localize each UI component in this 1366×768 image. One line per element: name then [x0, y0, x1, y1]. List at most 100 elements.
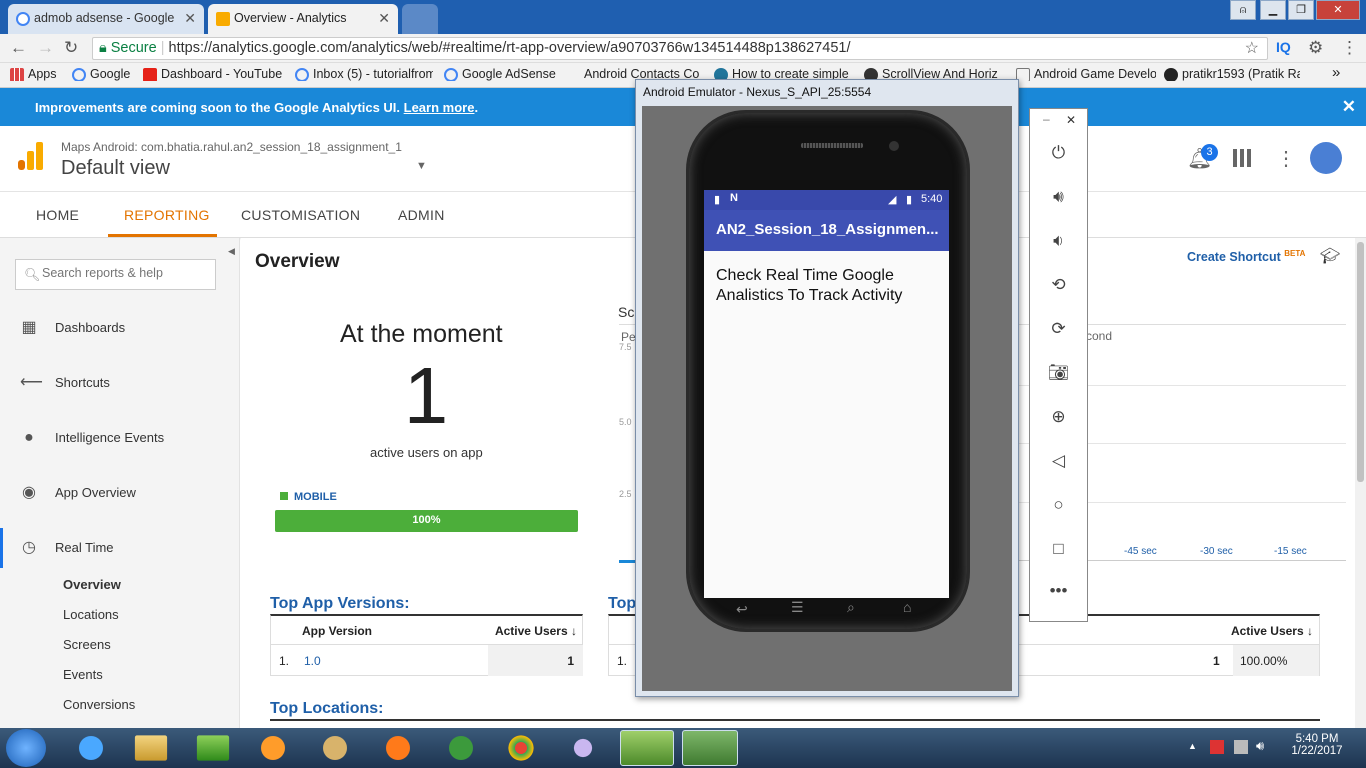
status-bar: ▮ N ◢ ▮ 5:40 [704, 190, 949, 210]
bookmark-apps[interactable]: Apps [10, 67, 70, 81]
col-header-version[interactable]: App Version [302, 624, 372, 638]
rotate-left-icon[interactable]: ⟲ [1030, 275, 1087, 295]
firefox-icon[interactable] [375, 730, 421, 766]
scrollbar[interactable] [1355, 238, 1366, 728]
close-tab-icon[interactable]: ✕ [184, 10, 196, 27]
bookmark-youtube[interactable]: Dashboard - YouTube [143, 67, 288, 81]
more-vert-icon[interactable]: ⋮ [1276, 146, 1296, 171]
search-input[interactable] [42, 266, 210, 280]
tab-admin[interactable]: ADMIN [398, 207, 445, 223]
android-menu-key[interactable]: ☰ [791, 599, 804, 616]
home-icon[interactable]: ○ [1030, 495, 1087, 515]
sidebar-item-intelligence[interactable]: Intelligence Events [55, 430, 164, 445]
close-tab-icon[interactable]: ✕ [378, 10, 390, 27]
col-header-active-users[interactable]: Active Users ↓ [495, 624, 577, 638]
maximize-icon[interactable]: ❐ [1288, 0, 1314, 20]
close-icon[interactable]: ✕ [1066, 113, 1076, 127]
mobile-label: MOBILE [294, 491, 337, 503]
zoom-icon[interactable]: ⊕ [1030, 407, 1087, 427]
overview-icon[interactable]: □ [1030, 539, 1087, 559]
pen-icon[interactable] [560, 730, 606, 766]
minimize-icon[interactable]: – [1043, 112, 1050, 126]
x-tick: -30 sec [1200, 546, 1233, 557]
bookmark-google[interactable]: Google [72, 67, 137, 81]
close-window-icon[interactable]: ✕ [1316, 0, 1360, 20]
bookmark-inbox[interactable]: Inbox (5) - tutorialfrom [295, 67, 433, 81]
sidebar-item-app-overview[interactable]: App Overview [55, 485, 136, 500]
more-bookmarks-button[interactable]: » [1332, 64, 1340, 81]
bookmark-game[interactable]: Android Game Develo [1016, 67, 1156, 81]
active-item-marker [0, 528, 3, 568]
tab-admob[interactable]: admob adsense - Google ✕ [8, 4, 204, 34]
reload-icon[interactable]: ↻ [64, 38, 78, 58]
sidebar-sub-overview[interactable]: Overview [63, 577, 121, 592]
create-shortcut-link[interactable]: Create Shortcut BETA [1187, 249, 1305, 264]
minimize-icon[interactable]: ▁ [1260, 0, 1286, 20]
col-header-active-users[interactable]: Active Users ↓ [1231, 624, 1313, 638]
sidebar-sub-locations[interactable]: Locations [63, 607, 119, 622]
tray-network-icon[interactable] [1234, 740, 1248, 754]
shortcuts-icon: ⟵ [20, 374, 43, 391]
sidebar-item-dashboards[interactable]: Dashboards [55, 320, 125, 335]
version-link[interactable]: 1.0 [304, 654, 321, 668]
paint-icon[interactable] [312, 730, 358, 766]
android-search-key[interactable]: ⌕ [847, 599, 855, 616]
more-icon[interactable]: ••• [1030, 581, 1087, 601]
back-icon[interactable]: ◁ [1030, 451, 1087, 471]
user-icon[interactable]: ⍝ [1230, 0, 1256, 20]
start-button[interactable] [6, 729, 46, 767]
sidebar-sub-screens[interactable]: Screens [63, 637, 111, 652]
view-selector[interactable]: Default view [61, 157, 170, 180]
camera-icon [889, 141, 899, 151]
secure-label: Secure [110, 40, 157, 56]
camera-icon[interactable]: 📷︎ [1030, 363, 1087, 383]
scrollbar-thumb[interactable] [1357, 242, 1364, 482]
android-studio-icon[interactable] [620, 730, 674, 766]
ie-icon[interactable] [68, 730, 114, 766]
tab-home[interactable]: HOME [36, 207, 79, 223]
tray-volume-icon[interactable]: 🔊︎ [1256, 738, 1264, 754]
sidebar-sub-events[interactable]: Events [63, 667, 103, 682]
apps-grid-icon[interactable] [1233, 149, 1251, 167]
sidebar-sub-conversions[interactable]: Conversions [63, 697, 135, 712]
clock[interactable]: 5:40 PM 1/22/2017 [1288, 733, 1346, 757]
extension-icon[interactable]: ⚙ [1308, 38, 1323, 58]
rotate-right-icon[interactable]: ⟳ [1030, 319, 1087, 339]
android-back-key[interactable]: ↩ [736, 601, 748, 618]
media-player-icon[interactable] [250, 730, 296, 766]
sidebar-item-shortcuts[interactable]: Shortcuts [55, 375, 110, 390]
tab-analytics[interactable]: Overview - Analytics ✕ [208, 4, 398, 34]
tray-expand-icon[interactable]: ▲ [1188, 741, 1197, 751]
avatar[interactable] [1310, 142, 1342, 174]
address-bar[interactable]: 🔒︎ Secure | https://analytics.google.com… [92, 37, 1268, 60]
tab-reporting[interactable]: REPORTING [124, 207, 210, 223]
power-icon[interactable]: ⏻ [1030, 143, 1087, 163]
dashboards-icon: ▦ [21, 319, 37, 336]
version-users: 1 [567, 654, 574, 668]
emulator-taskbar-icon[interactable] [682, 730, 738, 766]
collapse-sidebar-icon[interactable]: ◀ [228, 246, 235, 257]
chrome-icon[interactable] [498, 730, 544, 766]
forward-icon[interactable]: → [37, 38, 54, 58]
search-box[interactable]: 🔍︎ [15, 259, 216, 290]
view-dropdown-icon[interactable]: ▼ [416, 160, 427, 172]
menu-icon[interactable]: ⋮ [1341, 38, 1358, 58]
graduation-cap-icon[interactable]: 🎓︎ [1320, 246, 1340, 266]
network-icon[interactable] [438, 730, 484, 766]
sidebar-item-realtime[interactable]: Real Time [55, 540, 114, 555]
new-tab-button[interactable] [402, 4, 438, 34]
bookmark-adsense[interactable]: Google AdSense [444, 67, 559, 81]
extension-iq-icon[interactable]: IQ [1276, 39, 1291, 55]
back-icon[interactable]: ← [10, 38, 27, 58]
tray-flag-icon[interactable] [1210, 740, 1224, 754]
android-home-key[interactable]: ⌂ [903, 599, 911, 615]
bookmark-github[interactable]: pratikr1593 (Pratik Ra [1164, 67, 1300, 81]
volume-up-icon[interactable]: 🔊︎ [1030, 187, 1087, 207]
close-banner-icon[interactable]: ✕ [1342, 97, 1356, 117]
explorer-icon[interactable] [134, 735, 168, 761]
tab-customisation[interactable]: CUSTOMISATION [241, 207, 360, 223]
bookmark-star-icon[interactable]: ☆ [1245, 38, 1259, 59]
bluestacks-icon[interactable] [196, 735, 230, 761]
volume-down-icon[interactable]: 🔉︎ [1030, 231, 1087, 251]
learn-more-link[interactable]: Learn more [404, 100, 475, 115]
